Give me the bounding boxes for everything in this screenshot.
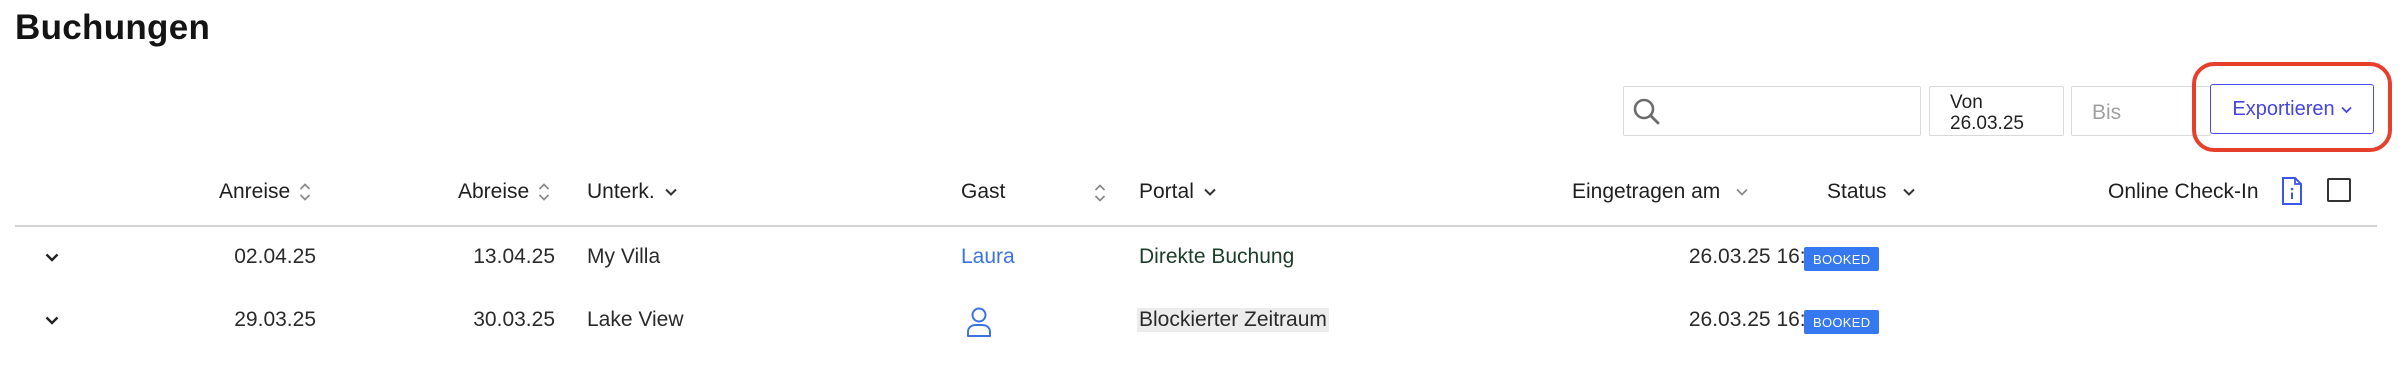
departure-cell: 13.04.25 [473, 245, 555, 268]
departure-cell: 30.03.25 [473, 308, 555, 331]
column-header-status-label: Status [1827, 180, 1887, 203]
column-header-arrival-label: Anreise [219, 180, 291, 203]
date-from-value: 26.03.25 [1950, 113, 2024, 134]
date-from-label: Von [1950, 92, 1983, 113]
portal-cell: Direkte Buchung [1139, 245, 1295, 268]
guest-link[interactable]: Laura [961, 245, 1015, 269]
date-to-field[interactable]: Bis [2071, 86, 2211, 136]
status-badge: BOOKED [1804, 247, 1880, 271]
column-header-created-label: Eingetragen am [1572, 180, 1721, 203]
select-all-checkbox[interactable] [2327, 178, 2351, 202]
column-header-status[interactable]: Status [1827, 180, 1916, 204]
user-icon[interactable] [965, 306, 993, 338]
column-header-unit[interactable]: Unterk. [587, 180, 678, 204]
search-icon [1633, 98, 1660, 125]
chevron-down-icon[interactable] [44, 315, 60, 326]
guest-sort-icon[interactable] [1094, 183, 1106, 203]
export-button[interactable]: Exportieren [2210, 84, 2374, 134]
page-title: Buchungen [15, 8, 211, 47]
column-header-portal[interactable]: Portal [1139, 180, 1217, 204]
arrival-cell: 02.04.25 [234, 245, 316, 268]
chevron-down-icon [1736, 188, 1748, 196]
created-cell: 26.03.25 16:09 [1688, 308, 1829, 331]
sort-icon [539, 183, 550, 201]
column-header-unit-label: Unterk. [587, 180, 655, 203]
column-header-created[interactable]: Eingetragen am [1572, 180, 1749, 204]
document-info-icon[interactable] [2281, 176, 2303, 206]
column-header-portal-label: Portal [1139, 180, 1194, 203]
sort-icon [300, 183, 311, 201]
column-header-departure[interactable]: Abreise [458, 180, 550, 204]
column-header-departure-label: Abreise [458, 180, 530, 203]
date-from-field[interactable]: Von 26.03.25 [1929, 86, 2064, 136]
column-header-guest[interactable]: Gast [961, 180, 1005, 204]
chevron-down-icon [1204, 188, 1216, 196]
unit-cell: Lake View [587, 308, 684, 331]
column-header-arrival[interactable]: Anreise [219, 180, 311, 204]
chevron-down-icon [664, 188, 677, 196]
column-header-checkin: Online Check-In [2108, 180, 2259, 204]
header-divider [15, 225, 2377, 227]
status-badge: BOOKED [1804, 310, 1880, 334]
created-cell: 26.03.25 16:10 [1688, 245, 1829, 268]
portal-cell: Blockierter Zeitraum [1137, 308, 1329, 332]
column-header-checkin-label: Online Check-In [2108, 180, 2259, 203]
column-header-guest-label: Gast [961, 180, 1006, 203]
chevron-down-icon[interactable] [44, 252, 60, 263]
unit-cell: My Villa [587, 245, 661, 268]
search-field[interactable] [1623, 86, 1921, 136]
arrival-cell: 29.03.25 [234, 308, 316, 331]
search-input[interactable] [1670, 91, 1914, 131]
chevron-down-icon [1902, 188, 1915, 196]
export-label: Exportieren [2232, 97, 2335, 120]
chevron-down-icon [2341, 106, 2352, 114]
date-to-placeholder: Bis [2092, 101, 2122, 124]
